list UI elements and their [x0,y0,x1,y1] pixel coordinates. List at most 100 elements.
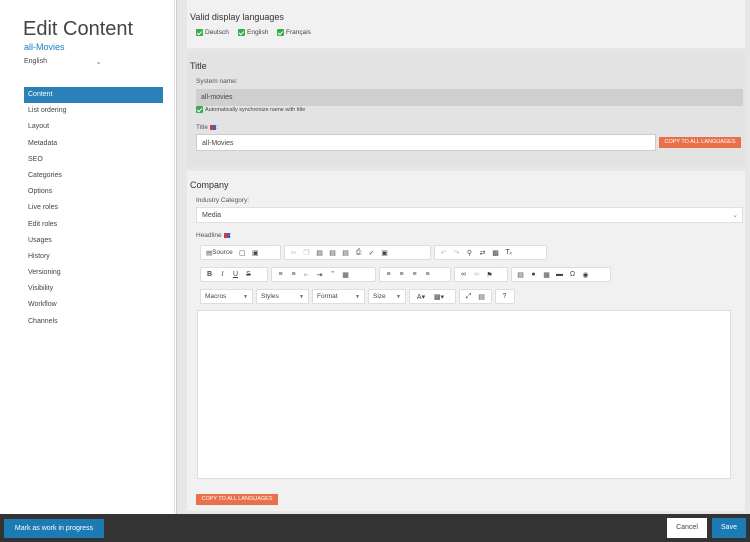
special-char-omega-icon[interactable]: Ω [567,269,578,280]
align-justify-icon[interactable]: ≡ [422,269,433,280]
sidebar-item-categories[interactable]: Categories [24,168,163,184]
sidebar-item-layout[interactable]: Layout [24,119,163,135]
unlink-icon[interactable]: ∞ [471,269,482,280]
checkbox-checked-icon [277,29,284,36]
print-icon[interactable]: ⎙ [353,247,364,258]
cancel-button[interactable]: Cancel [667,518,707,538]
sidebar-item-edit-roles[interactable]: Edit roles [24,217,163,233]
macros-label: Macros [205,293,227,300]
link-icon[interactable]: ∞ [458,269,469,280]
lang-label: English [247,29,269,36]
source-button[interactable]: ▤ Source [204,247,235,258]
div-container-icon[interactable]: ▦ [340,269,351,280]
media-icon[interactable]: ▣ [379,247,390,258]
caret-down-icon: ▼ [396,293,401,300]
bold-button[interactable]: B [204,269,215,280]
sidebar-item-live-roles[interactable]: Live roles [24,200,163,216]
headline-label-text: Headline [196,232,222,239]
sidebar-item-usages[interactable]: Usages [24,233,163,249]
chevron-down-icon: ⌄ [95,57,102,66]
cut-icon[interactable]: ✂ [288,247,299,258]
blockquote-icon[interactable]: ” [327,269,338,280]
title-label-suffix: : [216,124,218,131]
bulleted-list-icon[interactable]: ≡ [288,269,299,280]
underline-button[interactable]: U [230,269,241,280]
italic-button[interactable]: I [217,269,228,280]
spellcheck-icon[interactable]: ✓ [366,247,377,258]
title-label-text: Title [196,124,209,131]
align-center-icon[interactable]: ≡ [396,269,407,280]
sidebar-item-workflow[interactable]: Workflow [24,297,163,313]
image-icon[interactable]: ▤ [515,269,526,280]
sidebar: Edit Content all-Movies English ⌄ Conten… [0,0,175,514]
sidebar-item-channels[interactable]: Channels [24,314,163,330]
redo-icon[interactable]: ↷ [451,247,462,258]
editor-toolbar-row-1: ▤ Source ▢ ▣ ✂ ❐ ▤ ▤ ▤ ⎙ ✓ ▣ ↶ ↷ ⚲ ⇄ ▩ T… [200,245,550,260]
toolbar-group-document: ▤ Source ▢ ▣ [200,245,281,260]
sidebar-item-list-ordering[interactable]: List ordering [24,103,163,119]
sidebar-item-history[interactable]: History [24,249,163,265]
sync-name-label: Automatically synchronize name with titl… [205,106,306,113]
help-button[interactable]: ? [499,291,510,302]
flash-icon[interactable]: ● [528,269,539,280]
sidebar-item-seo[interactable]: SEO [24,152,163,168]
sync-name-checkbox[interactable]: Automatically synchronize name with titl… [196,106,305,113]
horizontal-rule-icon[interactable]: ▬ [554,269,565,280]
system-name-field[interactable]: all-movies [196,89,743,106]
format-label: Format [317,293,338,300]
title-label: Title: [196,124,218,131]
copy-headline-to-all-languages-button[interactable]: COPY TO ALL LANGUAGES [196,494,278,505]
iframe-globe-icon[interactable]: ◉ [580,269,591,280]
macros-dropdown[interactable]: Macros ▼ [200,289,253,304]
paste-word-icon[interactable]: ▤ [340,247,351,258]
align-right-icon[interactable]: ≡ [409,269,420,280]
text-color-icon[interactable]: A▾ [413,291,429,302]
size-dropdown[interactable]: Size ▼ [368,289,406,304]
checkbox-checked-icon [196,29,203,36]
caret-down-icon: ▼ [299,293,304,300]
templates-icon[interactable]: ▣ [250,247,261,258]
numbered-list-icon[interactable]: ≡ [275,269,286,280]
sidebar-item-metadata[interactable]: Metadata [24,136,163,152]
bottom-action-bar: Mark as work in progress Cancel Save [0,514,750,542]
title-input[interactable]: all-Movies [196,134,656,151]
styles-dropdown[interactable]: Styles ▼ [256,289,309,304]
content-name-link[interactable]: all-Movies [24,42,65,52]
toolbar-group-help: ? [495,289,515,304]
indent-icon[interactable]: ⇥ [314,269,325,280]
sidebar-item-options[interactable]: Options [24,184,163,200]
sidebar-item-content[interactable]: Content [24,87,163,104]
undo-icon[interactable]: ↶ [438,247,449,258]
table-icon[interactable]: ▦ [541,269,552,280]
caret-down-icon: ▼ [355,293,360,300]
title-heading: Title [190,61,207,71]
show-blocks-icon[interactable]: ▤ [476,291,487,302]
format-dropdown[interactable]: Format ▼ [312,289,365,304]
replace-icon[interactable]: ⇄ [477,247,488,258]
rich-text-editor-area[interactable] [197,310,731,479]
outdent-icon[interactable]: ⇤ [301,269,312,280]
select-all-icon[interactable]: ▩ [490,247,501,258]
lang-checkbox-deutsch[interactable]: Deutsch [196,29,229,36]
paste-icon[interactable]: ▤ [314,247,325,258]
align-left-icon[interactable]: ≡ [383,269,394,280]
industry-category-select[interactable]: Media ⌄ [196,207,743,223]
mark-work-in-progress-button[interactable]: Mark as work in progress [4,519,104,538]
anchor-flag-icon[interactable]: ⚑ [484,269,495,280]
background-color-icon[interactable]: ▩▾ [431,291,447,302]
language-select[interactable]: English ⌄ [24,57,104,70]
find-icon[interactable]: ⚲ [464,247,475,258]
lang-checkbox-english[interactable]: English [238,29,268,36]
strikethrough-button[interactable]: S [243,269,254,280]
remove-format-icon[interactable]: Tₓ [503,247,514,258]
maximize-icon[interactable]: ⤢ [463,291,474,302]
copy-title-to-all-languages-button[interactable]: COPY TO ALL LANGUAGES [659,137,741,148]
lang-checkbox-francais[interactable]: Français [277,29,311,36]
sidebar-item-versioning[interactable]: Versioning [24,265,163,281]
copy-icon[interactable]: ❐ [301,247,312,258]
save-button[interactable]: Save [712,518,746,538]
sidebar-item-visibility[interactable]: Visibility [24,281,163,297]
checkbox-checked-icon [196,106,203,113]
preview-icon[interactable]: ▢ [237,247,248,258]
paste-text-icon[interactable]: ▤ [327,247,338,258]
